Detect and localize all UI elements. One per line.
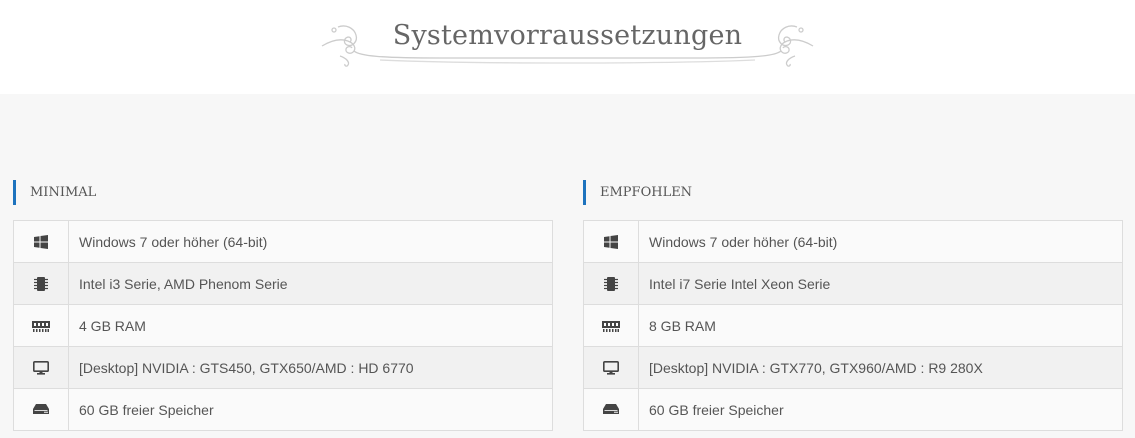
spec-row: Windows 7 oder höher (64-bit) (14, 221, 552, 263)
column-heading: MINIMAL (13, 180, 553, 205)
spec-row: [Desktop] NVIDIA : GTX770, GTX960/AMD : … (584, 347, 1122, 389)
hard-drive-icon (584, 389, 639, 430)
spec-value: [Desktop] NVIDIA : GTS450, GTX650/AMD : … (79, 359, 414, 376)
cpu-chip-icon (14, 263, 69, 304)
spec-row: Intel i7 Serie Intel Xeon Serie (584, 263, 1122, 305)
desktop-monitor-icon (14, 347, 69, 388)
spec-value: Windows 7 oder höher (64-bit) (79, 233, 268, 250)
spec-row: 8 GB RAM (584, 305, 1122, 347)
spec-row: Windows 7 oder höher (64-bit) (584, 221, 1122, 263)
hard-drive-icon (14, 389, 69, 430)
spec-value: [Desktop] NVIDIA : GTX770, GTX960/AMD : … (649, 359, 983, 376)
cpu-chip-icon (584, 263, 639, 304)
requirements-section: MINIMAL Windows 7 oder höher (64-bit) Inte… (0, 94, 1135, 438)
spec-row: [Desktop] NVIDIA : GTS450, GTX650/AMD : … (14, 347, 552, 389)
desktop-monitor-icon (584, 347, 639, 388)
recommended-requirements-column: EMPFOHLEN Windows 7 oder höher (64-bit) In… (583, 180, 1123, 431)
spec-value: 8 GB RAM (649, 317, 716, 334)
title-block: Systemvorraussetzungen (320, 18, 815, 70)
spec-row: 4 GB RAM (14, 305, 552, 347)
windows-icon (14, 221, 69, 262)
spec-value: Windows 7 oder höher (64-bit) (649, 233, 838, 250)
spec-table: Windows 7 oder höher (64-bit) Intel i7 Se… (583, 220, 1123, 431)
spec-value: 60 GB freier Speicher (649, 401, 784, 418)
spec-row: Intel i3 Serie, AMD Phenom Serie (14, 263, 552, 305)
windows-icon (584, 221, 639, 262)
spec-value: Intel i7 Serie Intel Xeon Serie (649, 275, 831, 292)
column-heading: EMPFOHLEN (583, 180, 1123, 205)
page-header: Systemvorraussetzungen (0, 0, 1135, 94)
page-title: Systemvorraussetzungen (392, 20, 743, 51)
spec-value: 60 GB freier Speicher (79, 401, 214, 418)
spec-table: Windows 7 oder höher (64-bit) Intel i3 Se… (13, 220, 553, 431)
spec-row: 60 GB freier Speicher (584, 389, 1122, 430)
memory-icon (584, 305, 639, 346)
minimal-requirements-column: MINIMAL Windows 7 oder höher (64-bit) Inte… (13, 180, 553, 431)
memory-icon (14, 305, 69, 346)
spec-value: Intel i3 Serie, AMD Phenom Serie (79, 275, 288, 292)
spec-row: 60 GB freier Speicher (14, 389, 552, 430)
spec-value: 4 GB RAM (79, 317, 146, 334)
